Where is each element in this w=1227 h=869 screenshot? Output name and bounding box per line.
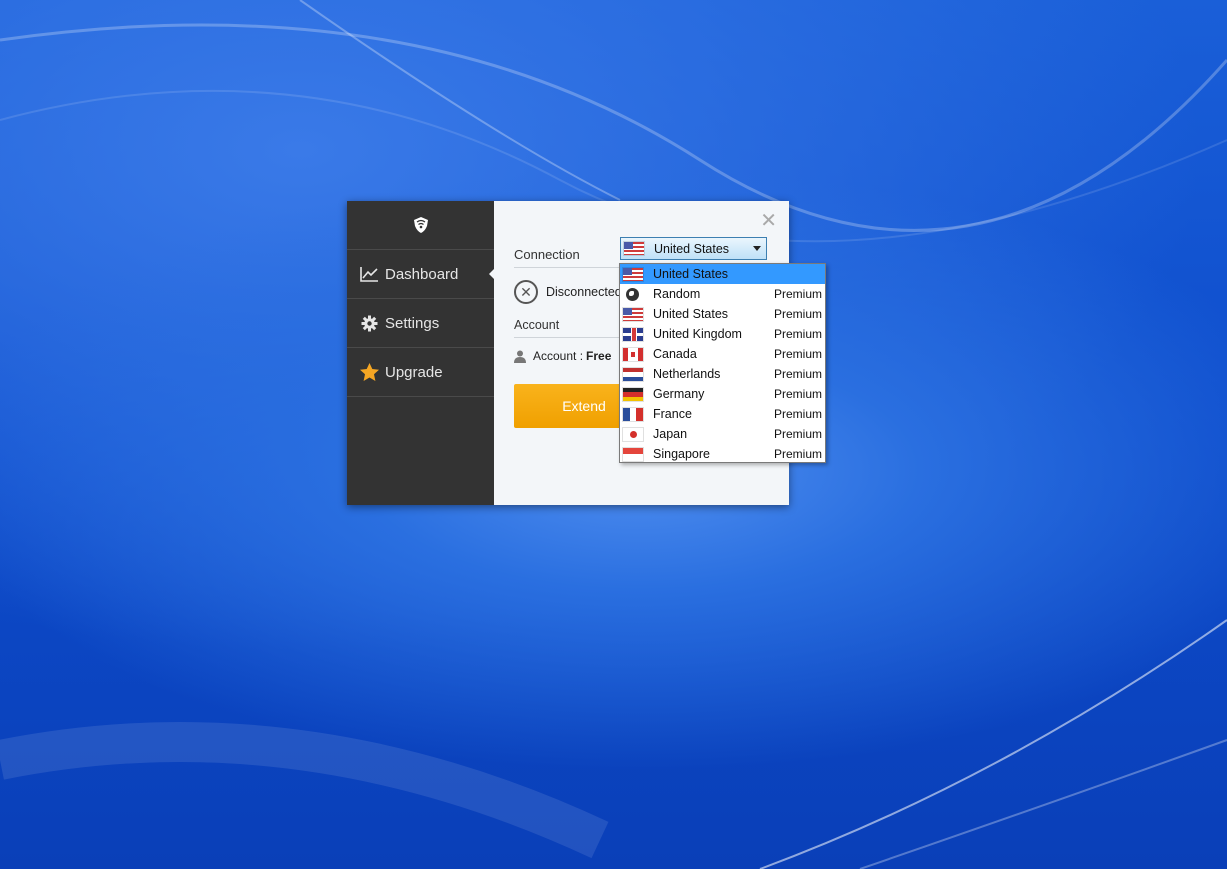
disconnected-icon: ✕ bbox=[514, 280, 538, 304]
server-option-label: Canada bbox=[653, 347, 697, 361]
us-flag-icon bbox=[623, 267, 643, 281]
server-dropdown-list: United States Random Premium United Stat… bbox=[619, 263, 826, 463]
server-option-label: United Kingdom bbox=[653, 327, 742, 341]
account-heading: Account bbox=[514, 318, 560, 332]
server-option-label: Random bbox=[653, 287, 701, 301]
premium-badge: Premium bbox=[773, 367, 822, 381]
uk-flag-icon bbox=[623, 327, 643, 341]
sidebar-item-label: Upgrade bbox=[385, 363, 443, 381]
premium-badge: Premium bbox=[773, 327, 822, 341]
account-prefix: Account : bbox=[533, 349, 584, 363]
premium-badge: Premium bbox=[773, 387, 822, 401]
premium-badge: Premium bbox=[773, 427, 822, 441]
server-option-japan[interactable]: Japan Premium bbox=[620, 424, 825, 444]
server-option-label: Netherlands bbox=[653, 367, 721, 381]
sidebar-item-label: Dashboard bbox=[385, 265, 459, 283]
app-logo bbox=[347, 201, 494, 250]
server-option-label: France bbox=[653, 407, 692, 421]
account-type: Free bbox=[586, 349, 612, 363]
japan-flag-icon bbox=[623, 427, 643, 441]
chart-line-icon bbox=[359, 264, 379, 284]
server-option-netherlands[interactable]: Netherlands Premium bbox=[620, 364, 825, 384]
server-option-singapore[interactable]: Singapore Premium bbox=[620, 444, 825, 464]
sidebar: Dashboard Settings Upgrade bbox=[347, 201, 495, 505]
server-option-canada[interactable]: Canada Premium bbox=[620, 344, 825, 364]
divider bbox=[514, 267, 624, 268]
premium-badge: Premium bbox=[773, 347, 822, 361]
user-icon bbox=[514, 350, 526, 363]
account-info: Account : Free bbox=[514, 349, 611, 363]
server-option-random[interactable]: Random Premium bbox=[620, 284, 825, 304]
sidebar-item-dashboard[interactable]: Dashboard bbox=[347, 250, 495, 299]
shield-wifi-icon bbox=[413, 217, 428, 233]
premium-badge: Premium bbox=[773, 307, 822, 321]
server-option-label: United States bbox=[653, 267, 729, 281]
us-flag-icon bbox=[623, 307, 643, 321]
server-option-united-kingdom[interactable]: United Kingdom Premium bbox=[620, 324, 825, 344]
star-icon bbox=[359, 362, 379, 382]
us-flag-icon bbox=[624, 242, 644, 255]
premium-badge: Premium bbox=[773, 407, 822, 421]
server-select-value: United States bbox=[654, 241, 730, 256]
canada-flag-icon bbox=[623, 347, 643, 361]
server-option-france[interactable]: France Premium bbox=[620, 404, 825, 424]
server-select[interactable]: United States bbox=[620, 237, 767, 260]
chevron-down-icon[interactable] bbox=[753, 246, 761, 251]
sidebar-item-label: Settings bbox=[385, 314, 440, 332]
status-text: Disconnected bbox=[546, 285, 622, 299]
server-option-label: United States bbox=[653, 307, 729, 321]
server-option-label: Germany bbox=[653, 387, 705, 401]
divider bbox=[514, 337, 624, 338]
close-icon[interactable]: ✕ bbox=[760, 211, 777, 231]
connection-status: ✕ Disconnected bbox=[514, 280, 622, 304]
server-option-united-states-premium[interactable]: United States Premium bbox=[620, 304, 825, 324]
server-option-label: Japan bbox=[653, 427, 688, 441]
germany-flag-icon bbox=[623, 387, 643, 401]
france-flag-icon bbox=[623, 407, 643, 421]
sidebar-item-upgrade[interactable]: Upgrade bbox=[347, 348, 494, 397]
server-option-germany[interactable]: Germany Premium bbox=[620, 384, 825, 404]
globe-icon bbox=[623, 287, 643, 301]
server-option-label: Singapore bbox=[653, 447, 710, 461]
singapore-flag-icon bbox=[623, 447, 643, 461]
sidebar-item-settings[interactable]: Settings bbox=[347, 299, 494, 348]
server-option-united-states[interactable]: United States bbox=[620, 264, 825, 284]
connection-heading: Connection bbox=[514, 247, 580, 262]
premium-badge: Premium bbox=[773, 447, 822, 461]
netherlands-flag-icon bbox=[623, 367, 643, 381]
premium-badge: Premium bbox=[773, 287, 822, 301]
gear-icon bbox=[359, 313, 379, 333]
